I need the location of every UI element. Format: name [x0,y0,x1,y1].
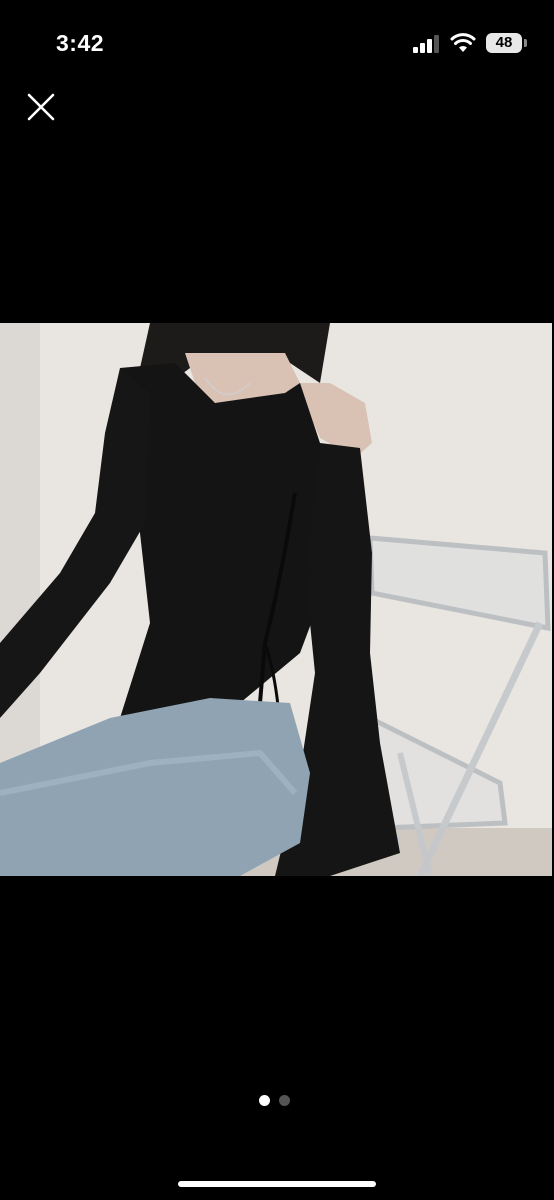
signal-icon [413,35,439,53]
battery-icon: 48 [486,33,522,53]
product-photo[interactable] [0,323,552,876]
product-image [0,323,552,876]
status-bar: 3:42 48 [0,0,554,90]
wifi-icon [450,33,476,52]
close-button[interactable] [22,88,60,126]
battery-tip [524,39,527,47]
home-indicator[interactable] [178,1181,376,1187]
pagination [0,1095,554,1107]
pagination-dot-2[interactable] [279,1095,290,1106]
status-time: 3:42 [56,30,105,56]
pagination-dot-1[interactable] [259,1095,270,1106]
close-icon [27,93,55,121]
battery-level: 48 [495,34,513,51]
